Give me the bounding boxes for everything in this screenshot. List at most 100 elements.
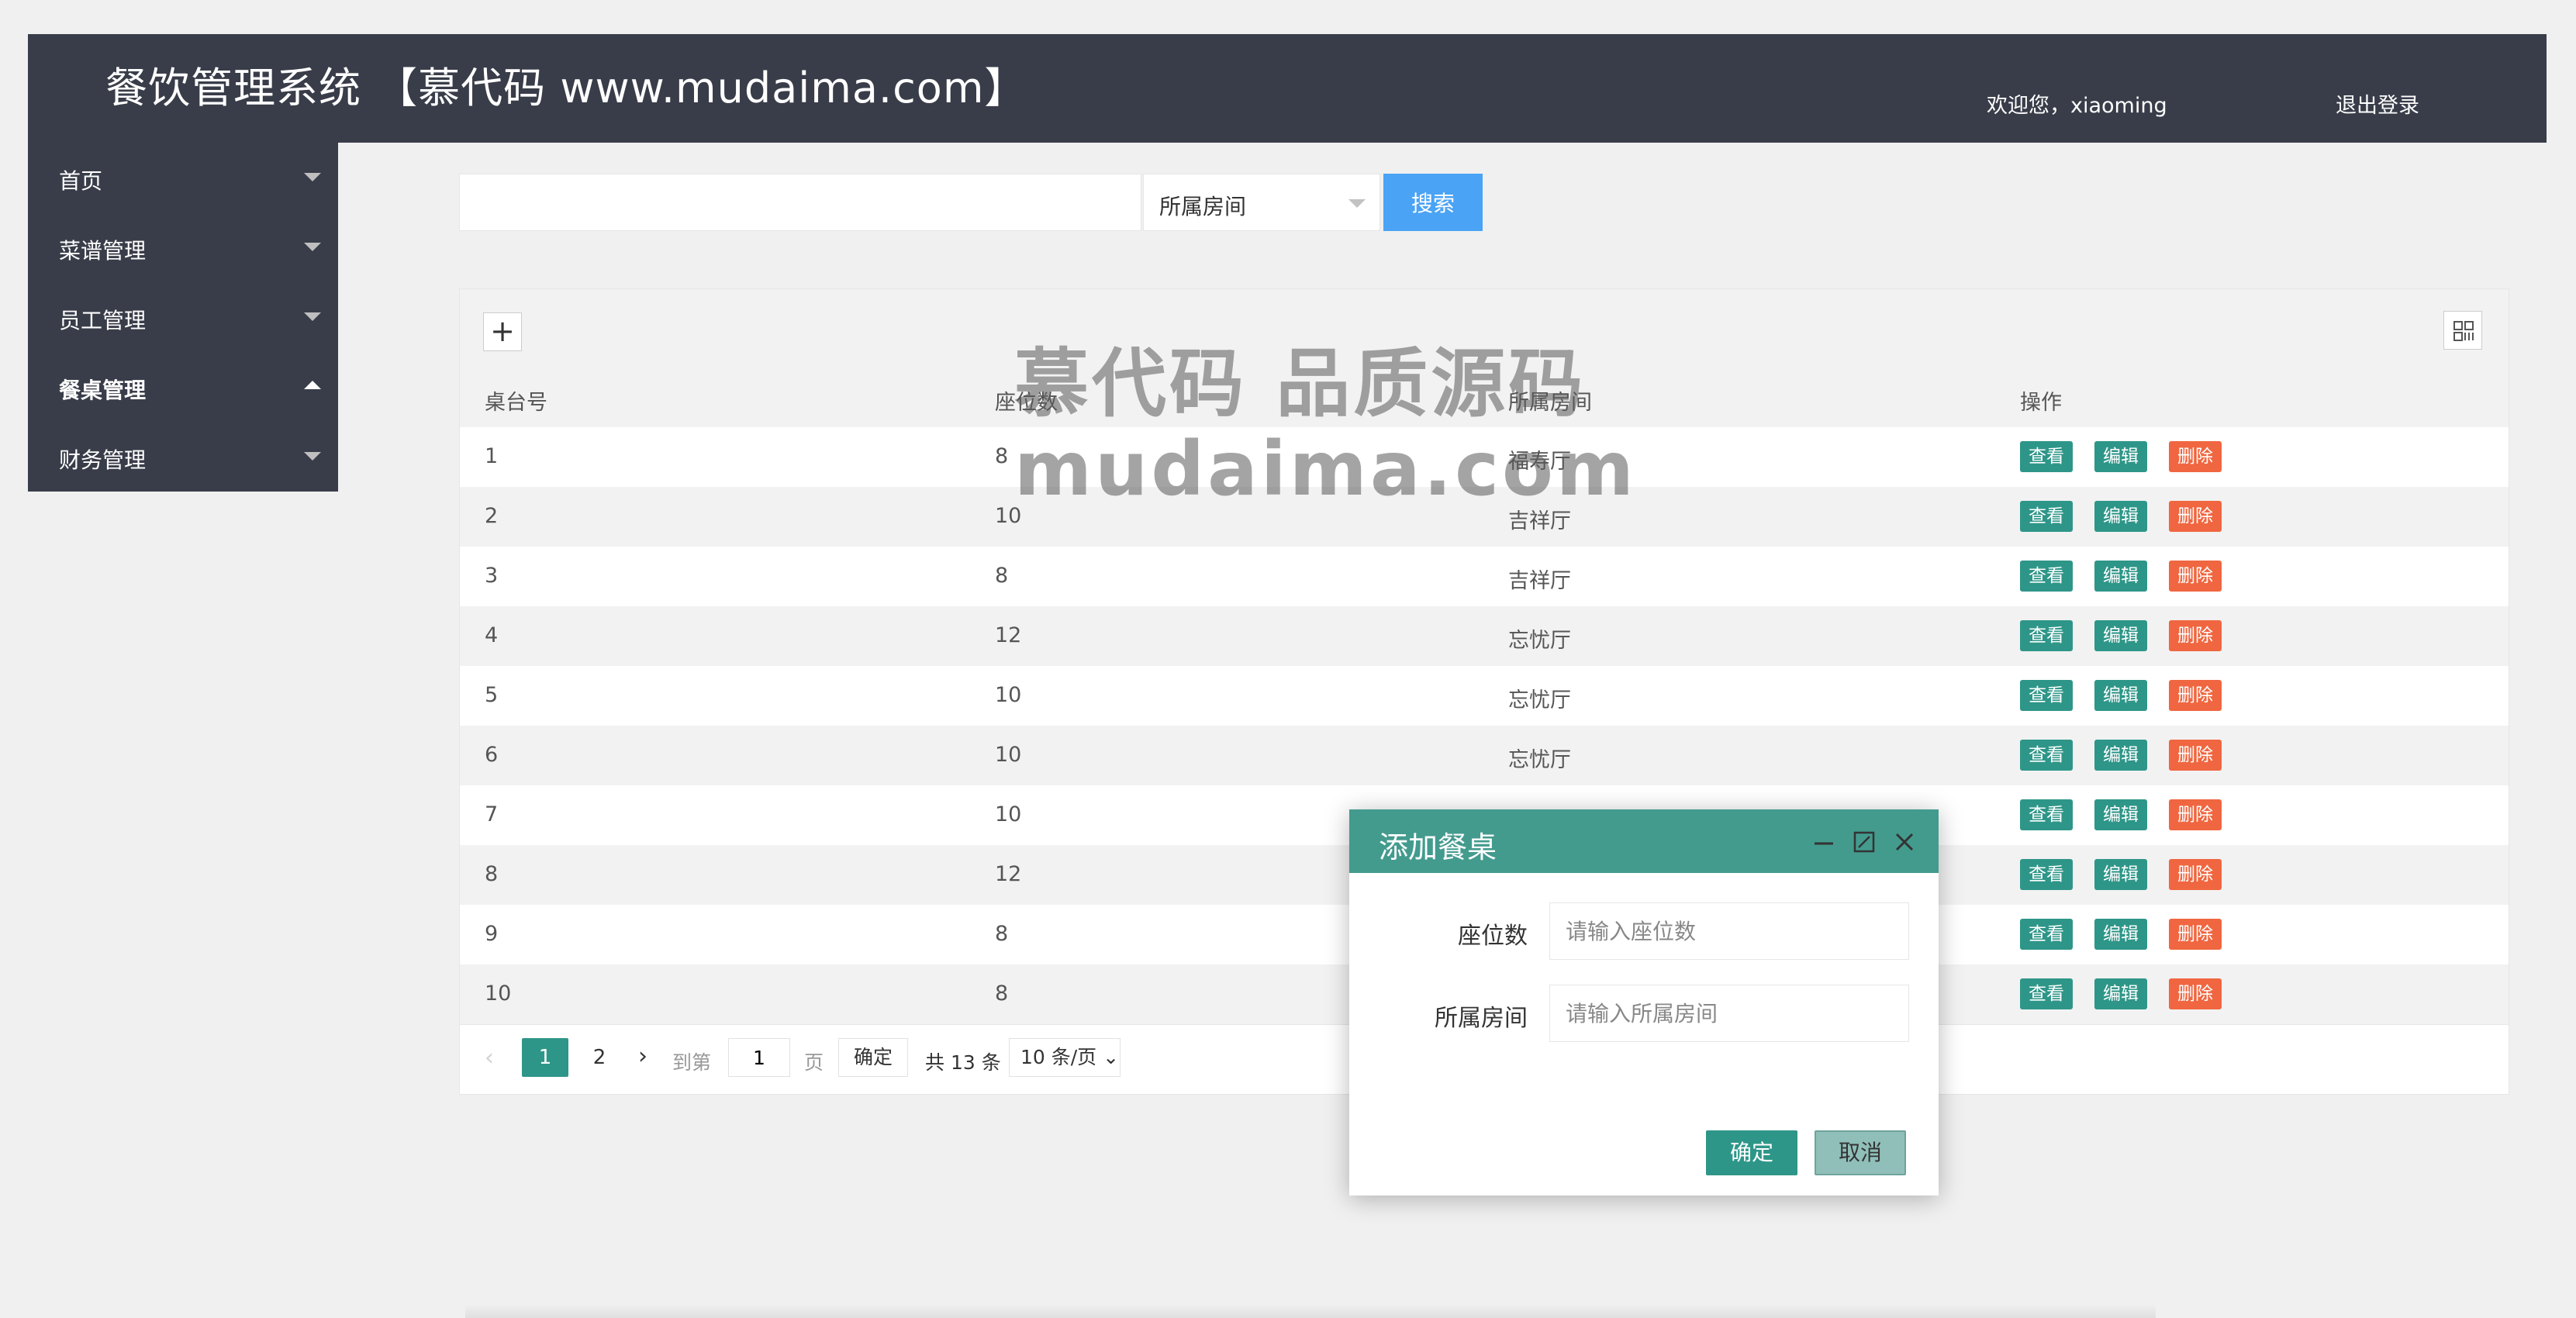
sidebar-item-tables[interactable]: 餐桌管理 xyxy=(28,352,338,422)
edit-button[interactable]: 编辑 xyxy=(2094,680,2147,711)
table-row: 2 10 吉祥厅 查看 编辑 删除 xyxy=(460,487,2509,547)
delete-button[interactable]: 删除 xyxy=(2169,680,2222,711)
sidebar-item-label: 首页 xyxy=(59,168,103,194)
page-2-button[interactable]: 2 xyxy=(584,1038,615,1077)
prev-page-icon[interactable]: ‹ xyxy=(485,1044,494,1071)
seats-label: 座位数 xyxy=(1458,923,1528,950)
chevron-down-icon xyxy=(1348,199,1366,208)
page-size-value: 10 条/页 xyxy=(1020,1046,1097,1068)
dialog-confirm-button[interactable]: 确定 xyxy=(1706,1130,1797,1175)
table-row: 6 10 忘忧厅 查看 编辑 删除 xyxy=(460,726,2509,786)
view-button[interactable]: 查看 xyxy=(2020,680,2073,711)
view-button[interactable]: 查看 xyxy=(2020,859,2073,890)
cell-seats: 10 xyxy=(995,743,1022,767)
cell-room: 忘忧厅 xyxy=(1508,748,1571,772)
close-icon[interactable] xyxy=(1892,830,1917,854)
cell-seats: 8 xyxy=(995,922,1009,946)
sidebar-item-finance[interactable]: 财务管理 xyxy=(28,422,338,492)
edit-button[interactable]: 编辑 xyxy=(2094,978,2147,1009)
delete-button[interactable]: 删除 xyxy=(2169,441,2222,472)
dialog-title: 添加餐桌 xyxy=(1379,830,1497,864)
search-button[interactable]: 搜索 xyxy=(1383,174,1483,231)
delete-button[interactable]: 删除 xyxy=(2169,799,2222,830)
delete-button[interactable]: 删除 xyxy=(2169,561,2222,592)
room-label: 所属房间 xyxy=(1435,1005,1528,1032)
top-header: 餐饮管理系统 【慕代码 www.mudaima.com】 欢迎您，xiaomin… xyxy=(28,34,2547,143)
edit-button[interactable]: 编辑 xyxy=(2094,859,2147,890)
cell-table-no: 10 xyxy=(485,982,512,1006)
cell-seats: 10 xyxy=(995,802,1022,826)
page-word-label: 页 xyxy=(804,1051,824,1074)
edit-button[interactable]: 编辑 xyxy=(2094,799,2147,830)
page-size-select[interactable]: 10 条/页 ⌄ xyxy=(1009,1038,1121,1077)
edit-button[interactable]: 编辑 xyxy=(2094,501,2147,532)
page-number-input[interactable] xyxy=(728,1038,790,1077)
table-row: 1 8 福寿厅 查看 编辑 删除 xyxy=(460,427,2509,488)
column-header-room: 所属房间 xyxy=(1508,391,1592,415)
delete-button[interactable]: 删除 xyxy=(2169,740,2222,771)
caret-down-icon xyxy=(304,452,321,461)
delete-button[interactable]: 删除 xyxy=(2169,501,2222,532)
delete-button[interactable]: 删除 xyxy=(2169,620,2222,651)
minimize-icon[interactable] xyxy=(1811,830,1836,854)
cell-seats: 12 xyxy=(995,623,1022,647)
edit-button[interactable]: 编辑 xyxy=(2094,740,2147,771)
view-button[interactable]: 查看 xyxy=(2020,620,2073,651)
caret-up-icon xyxy=(304,381,321,389)
table-row: 3 8 吉祥厅 查看 编辑 删除 xyxy=(460,547,2509,607)
edit-button[interactable]: 编辑 xyxy=(2094,919,2147,950)
delete-button[interactable]: 删除 xyxy=(2169,859,2222,890)
cell-table-no: 5 xyxy=(485,683,499,707)
column-header-table-no: 桌台号 xyxy=(485,391,547,415)
table-toolbar: + xyxy=(460,289,2509,367)
cell-table-no: 1 xyxy=(485,444,499,468)
edit-button[interactable]: 编辑 xyxy=(2094,561,2147,592)
cell-table-no: 8 xyxy=(485,862,499,886)
view-button[interactable]: 查看 xyxy=(2020,799,2073,830)
edit-button[interactable]: 编辑 xyxy=(2094,441,2147,472)
table-row: 5 10 忘忧厅 查看 编辑 删除 xyxy=(460,666,2509,726)
cell-table-no: 2 xyxy=(485,504,499,528)
cell-seats: 8 xyxy=(995,564,1009,588)
cell-table-no: 9 xyxy=(485,922,499,946)
cell-table-no: 3 xyxy=(485,564,499,588)
dialog-cancel-button[interactable]: 取消 xyxy=(1815,1130,1906,1175)
columns-filter-button[interactable] xyxy=(2443,311,2482,350)
room-select[interactable]: 所属房间 xyxy=(1143,174,1380,231)
seats-input[interactable] xyxy=(1549,902,1909,960)
search-input[interactable] xyxy=(459,174,1141,231)
room-input[interactable] xyxy=(1549,985,1909,1042)
column-header-actions: 操作 xyxy=(2020,391,2062,415)
cell-room: 忘忧厅 xyxy=(1508,629,1571,653)
delete-button[interactable]: 删除 xyxy=(2169,919,2222,950)
add-button[interactable]: + xyxy=(483,312,522,351)
next-page-icon[interactable]: › xyxy=(638,1043,647,1070)
sidebar-item-menu[interactable]: 菜谱管理 xyxy=(28,212,338,282)
delete-button[interactable]: 删除 xyxy=(2169,978,2222,1009)
logout-link[interactable]: 退出登录 xyxy=(2336,88,2419,119)
cell-table-no: 6 xyxy=(485,743,499,767)
view-button[interactable]: 查看 xyxy=(2020,919,2073,950)
view-button[interactable]: 查看 xyxy=(2020,978,2073,1009)
view-button[interactable]: 查看 xyxy=(2020,501,2073,532)
view-button[interactable]: 查看 xyxy=(2020,561,2073,592)
sidebar-nav: 首页 菜谱管理 员工管理 餐桌管理 财务管理 xyxy=(28,143,338,492)
total-count: 共 13 条 xyxy=(925,1051,1001,1074)
app-title: 餐饮管理系统 【慕代码 www.mudaima.com】 xyxy=(105,64,1027,112)
cell-room: 吉祥厅 xyxy=(1508,509,1571,533)
maximize-icon[interactable] xyxy=(1852,830,1877,854)
view-button[interactable]: 查看 xyxy=(2020,441,2073,472)
edit-button[interactable]: 编辑 xyxy=(2094,620,2147,651)
cell-room: 吉祥厅 xyxy=(1508,569,1571,593)
bottom-shadow xyxy=(465,1304,2156,1318)
sidebar-item-home[interactable]: 首页 xyxy=(28,143,338,212)
view-button[interactable]: 查看 xyxy=(2020,740,2073,771)
cell-seats: 8 xyxy=(995,982,1009,1006)
page-1-button[interactable]: 1 xyxy=(522,1038,568,1077)
columns-icon xyxy=(2453,321,2474,341)
sidebar-item-label: 菜谱管理 xyxy=(59,238,147,264)
goto-confirm-button[interactable]: 确定 xyxy=(838,1038,908,1077)
sidebar-item-label: 员工管理 xyxy=(59,308,147,333)
welcome-text: 欢迎您，xiaoming xyxy=(1987,94,2167,118)
sidebar-item-staff[interactable]: 员工管理 xyxy=(28,282,338,352)
